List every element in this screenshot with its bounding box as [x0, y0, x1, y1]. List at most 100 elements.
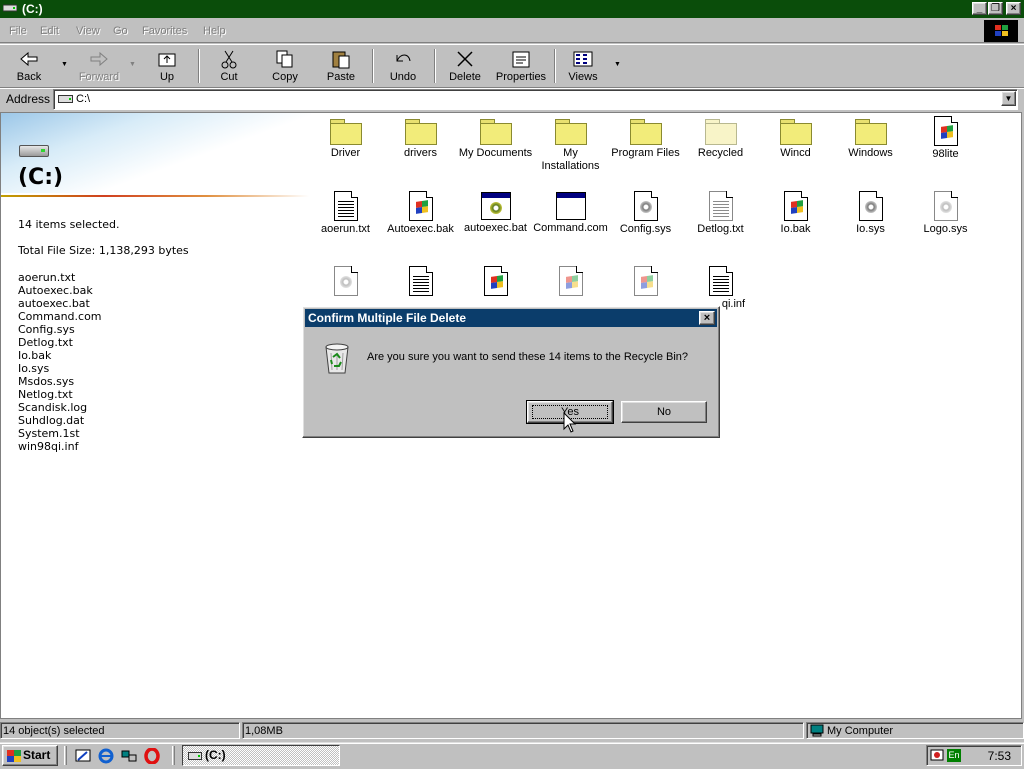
file-io-bak[interactable]: Io.bak [758, 190, 833, 236]
text-file-icon [333, 191, 358, 221]
mouse-cursor-icon [563, 412, 577, 433]
icon-label: Command.com [533, 222, 608, 234]
folder-my-installations[interactable]: My Installations [533, 115, 608, 173]
status-zone-label: My Computer [827, 725, 894, 737]
start-label: Start [23, 748, 51, 762]
forward-label: Forward [78, 71, 120, 83]
copy-button[interactable]: Copy [262, 47, 308, 85]
up-button[interactable]: Up [146, 47, 188, 85]
undo-label: Undo [389, 71, 417, 83]
icon-label: Wincd [780, 147, 811, 159]
icon-label: My Documents [458, 147, 533, 159]
system-file-icon [633, 191, 658, 221]
list-item: Suhdlog.dat [18, 414, 85, 427]
start-button[interactable]: Start [2, 745, 58, 766]
file-autoexec-bat[interactable]: autoexec.bat [458, 190, 533, 235]
no-button[interactable]: No [621, 401, 707, 423]
list-item: Command.com [18, 310, 102, 323]
icon-label: My Installations [541, 147, 600, 172]
file-icon-row3-4[interactable] [533, 265, 608, 298]
views-button[interactable]: Views [562, 47, 604, 85]
dialog-close-button[interactable]: × [699, 311, 715, 325]
folder-icon [329, 119, 362, 145]
delete-label: Delete [449, 71, 481, 83]
file-detlog-txt[interactable]: Detlog.txt [683, 190, 758, 236]
show-desktop-icon[interactable] [75, 748, 91, 764]
toolbar-separator [554, 49, 556, 83]
close-button[interactable]: × [1006, 2, 1021, 15]
folder-wincd[interactable]: Wincd [758, 115, 833, 160]
program-window-icon [555, 192, 586, 220]
file-icon-row3-1[interactable] [308, 265, 383, 298]
toolbar-grip[interactable] [64, 746, 67, 765]
folder-program-files[interactable]: Program Files [608, 115, 683, 160]
cut-button[interactable]: Cut [208, 47, 250, 85]
back-dropdown-icon[interactable]: ▼ [61, 61, 68, 68]
clock[interactable]: 7:53 [988, 749, 1011, 763]
paste-button[interactable]: Paste [318, 47, 364, 85]
folder-recycled[interactable]: Recycled [683, 115, 758, 160]
folder-driver[interactable]: Driver [308, 115, 383, 160]
network-icon[interactable] [121, 748, 137, 764]
file-icon-row3-2[interactable] [383, 265, 458, 298]
file-io-sys[interactable]: Io.sys [833, 190, 908, 236]
file-command-com[interactable]: Command.com [533, 190, 608, 235]
taskbar-window-c-drive[interactable]: (C:) [182, 745, 340, 766]
icon-label: Driver [330, 147, 361, 159]
file-aoerun-txt[interactable]: aoerun.txt [308, 190, 383, 236]
list-item: Detlog.txt [18, 336, 73, 349]
drive-icon[interactable] [3, 2, 17, 14]
windows-file-icon [783, 191, 808, 221]
minimize-button[interactable]: _ [972, 2, 987, 15]
file-icon-row3-5[interactable] [608, 265, 683, 298]
folder-windows[interactable]: Windows [833, 115, 908, 160]
tray-app-icon[interactable] [930, 749, 944, 763]
views-dropdown-icon[interactable]: ▼ [614, 61, 621, 68]
file-config-sys[interactable]: Config.sys [608, 190, 683, 236]
total-file-size: Total File Size: 1,138,293 bytes [18, 244, 189, 257]
status-bar: 14 object(s) selected 1,08MB My Computer [0, 721, 1024, 741]
window-titlebar[interactable]: (C:) _ ❐ × [0, 0, 1024, 18]
language-indicator[interactable]: En [947, 749, 961, 762]
properties-button[interactable]: Properties [494, 47, 548, 85]
delete-x-icon [457, 51, 473, 67]
address-dropdown-button[interactable]: ▼ [1001, 91, 1016, 106]
back-button[interactable]: Back [6, 47, 52, 85]
dialog-titlebar[interactable]: Confirm Multiple File Delete × [305, 309, 717, 327]
opera-icon[interactable] [144, 748, 160, 764]
file-98lite[interactable]: 98lite [908, 115, 983, 161]
folder-my-documents[interactable]: My Documents [458, 115, 533, 160]
menu-favorites[interactable]: Favorites [142, 25, 187, 37]
undo-button[interactable]: Undo [382, 47, 424, 85]
dialog-message: Are you sure you want to send these 14 i… [367, 351, 689, 363]
menu-view[interactable]: View [76, 25, 100, 37]
status-zone: My Computer [806, 722, 1024, 739]
taskbar: Start (C:) En 7:53 [0, 742, 1024, 769]
views-label: Views [568, 71, 598, 83]
selected-file-list: aoerun.txt Autoexec.bak autoexec.bat Com… [18, 271, 102, 453]
toolbar: Back ▼ Forward ▼ Up Cut Copy Paste Undo … [0, 44, 1024, 88]
menu-go[interactable]: Go [113, 25, 128, 37]
file-icon-row3-3[interactable] [458, 265, 533, 298]
file-autoexec-bak[interactable]: Autoexec.bak [383, 190, 458, 236]
windows-flag-icon [7, 750, 21, 762]
file-win98qi-inf[interactable]: qi.inf [683, 265, 758, 311]
folder-drivers[interactable]: drivers [383, 115, 458, 160]
menu-file[interactable]: File [9, 25, 27, 37]
file-logo-sys[interactable]: Logo.sys [908, 190, 983, 236]
menu-edit[interactable]: Edit [40, 25, 59, 37]
forward-dropdown-icon[interactable]: ▼ [129, 61, 136, 68]
toolbar-grip[interactable] [172, 746, 175, 765]
list-item: win98qi.inf [18, 440, 79, 453]
folder-icon [704, 119, 737, 145]
windows-file-icon [558, 266, 583, 296]
maximize-button[interactable]: ❐ [988, 2, 1003, 15]
paste-icon [332, 51, 350, 69]
toolbar-separator [434, 49, 436, 83]
forward-button[interactable]: Forward [74, 47, 124, 85]
delete-button[interactable]: Delete [443, 47, 487, 85]
icon-label: Windows [848, 147, 893, 159]
address-input[interactable]: C:\ ▼ [53, 89, 1018, 110]
internet-explorer-icon[interactable] [98, 748, 114, 764]
menu-help[interactable]: Help [203, 25, 226, 37]
